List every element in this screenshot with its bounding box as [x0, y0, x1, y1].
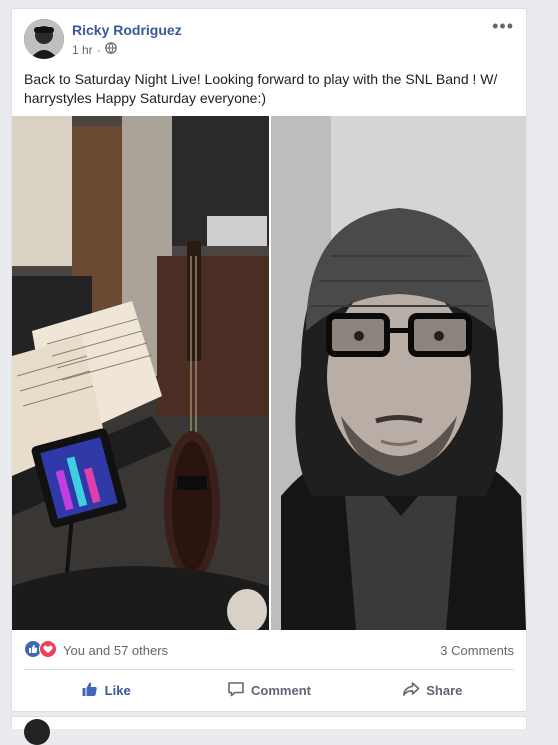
- like-button[interactable]: Like: [24, 673, 187, 707]
- post-timestamp[interactable]: 1 hr: [72, 43, 93, 57]
- author-name[interactable]: Ricky Rodriguez: [72, 22, 182, 38]
- reaction-icons[interactable]: [24, 640, 62, 660]
- author-avatar[interactable]: [24, 19, 64, 59]
- globe-icon: [104, 42, 117, 57]
- like-label: Like: [104, 682, 131, 698]
- reaction-count[interactable]: You and 57 others: [63, 643, 168, 658]
- reactions-bar: You and 57 others 3 Comments: [24, 639, 514, 661]
- feed-post: Ricky Rodriguez 1 hr · ••• Back to Satur…: [11, 8, 527, 712]
- divider: [24, 669, 514, 670]
- love-reaction-icon: [39, 640, 57, 661]
- photo-grid: [12, 116, 526, 630]
- comment-icon: [227, 680, 245, 701]
- post-actions: Like Comment Share: [24, 673, 514, 707]
- post-text: Back to Saturday Night Live! Looking for…: [24, 71, 498, 106]
- next-post-avatar[interactable]: [24, 719, 50, 745]
- thumbs-up-icon: [81, 680, 99, 701]
- comments-count[interactable]: 3 Comments: [440, 643, 514, 658]
- next-post-preview: [11, 716, 527, 745]
- comment-button[interactable]: Comment: [187, 673, 350, 707]
- selfie-in-beanie-photo[interactable]: [271, 116, 526, 630]
- more-options-icon[interactable]: •••: [492, 17, 514, 35]
- bass-guitar-on-stage-photo[interactable]: [12, 116, 269, 630]
- share-icon: [402, 680, 420, 701]
- post-meta: 1 hr ·: [72, 42, 117, 57]
- comment-label: Comment: [251, 682, 311, 698]
- share-label: Share: [426, 682, 463, 698]
- share-button[interactable]: Share: [351, 673, 514, 707]
- post-header: Ricky Rodriguez 1 hr · •••: [24, 17, 514, 63]
